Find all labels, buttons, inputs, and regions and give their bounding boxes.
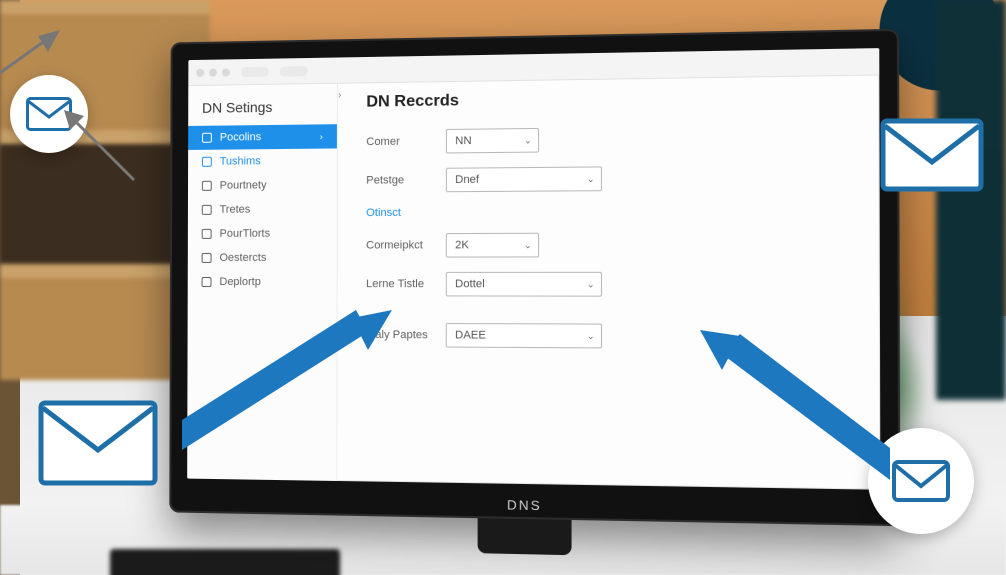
chevron-down-icon: ⌄	[587, 279, 595, 290]
select-value: Dnef	[455, 174, 479, 186]
page-title: DN Reccrds	[366, 86, 857, 111]
cormeipkct-select[interactable]: 2K ⌄	[446, 233, 539, 258]
form-row-lerne-tistle: Lerne Tistle Dottel ⌄	[366, 272, 858, 297]
breadcrumb-caret: ›	[338, 90, 341, 101]
chevron-down-icon: ⌄	[587, 173, 595, 184]
form-row-otinsct: Otinsct	[366, 204, 858, 219]
sidebar-item-label: Tretes	[220, 204, 251, 216]
sidebar-item-label: Pocolins	[220, 131, 261, 143]
window-tab-placeholder	[280, 66, 308, 77]
sidebar-item-5[interactable]: Oestercts	[188, 246, 337, 270]
window-control-dot[interactable]	[209, 68, 217, 76]
field-label: Cormeipkct	[366, 239, 446, 251]
list-icon	[202, 253, 212, 263]
sidebar-item-label: Pourtnety	[220, 179, 267, 191]
sidebar-item-3[interactable]: Tretes	[188, 197, 337, 222]
lerne-tistle-select[interactable]: Dottel ⌄	[446, 272, 602, 297]
arrow-icon	[700, 330, 890, 480]
wall-monitor-blur	[936, 0, 1006, 400]
comer-select[interactable]: NN ⌄	[446, 128, 539, 154]
form-row-comer: Comer NN ⌄	[366, 124, 857, 154]
form-row-cormeipkct: Cormeipkct 2K ⌄	[366, 232, 858, 258]
list-icon	[202, 133, 212, 143]
window-control-dot[interactable]	[222, 68, 230, 76]
window-tab-placeholder	[241, 66, 269, 76]
sidebar-item-1[interactable]: Tushims	[188, 148, 337, 173]
list-icon	[202, 277, 212, 287]
sidebar-title: DN Setings	[188, 94, 337, 126]
mail-icon	[38, 400, 158, 486]
petstge-select[interactable]: Dnef ⌄	[446, 166, 602, 192]
chevron-right-icon: ›	[320, 131, 323, 141]
sidebar-item-2[interactable]: Pourtnety	[188, 173, 337, 198]
list-icon	[202, 181, 212, 191]
monitor-brand-label: DNS	[507, 497, 542, 513]
window-control-dot[interactable]	[196, 68, 204, 76]
list-icon	[202, 157, 212, 167]
select-value: Dottel	[455, 278, 485, 290]
keyboard-blur	[110, 549, 340, 575]
chevron-down-icon: ⌄	[524, 135, 532, 146]
select-value: 2K	[455, 239, 469, 251]
select-value: NN	[455, 135, 471, 147]
arrow-icon	[0, 30, 60, 80]
field-link[interactable]: Otinsct	[366, 207, 446, 220]
sidebar-item-label: PourTlorts	[220, 228, 271, 240]
monitor-stand	[478, 518, 572, 555]
form-row-petstge: Petstge Dnef ⌄	[366, 164, 857, 193]
list-icon	[202, 205, 212, 215]
sidebar-item-label: Oestercts	[219, 252, 266, 264]
arrow-icon	[182, 310, 392, 450]
sidebar-item-4[interactable]: PourTlorts	[188, 221, 337, 246]
field-label: Comer	[366, 135, 446, 148]
field-label: Petstge	[366, 174, 446, 187]
select-value: DAEE	[455, 329, 486, 341]
chevron-down-icon: ⌄	[524, 239, 532, 250]
sidebar-item-label: Tushims	[220, 155, 261, 167]
arrow-icon	[64, 110, 144, 190]
sidebar-item-6[interactable]: Deplortp	[188, 270, 337, 294]
sidebar-item-0[interactable]: Pocolins ›	[188, 124, 337, 150]
tlaly-paptes-select[interactable]: DAEE ⌄	[446, 323, 602, 348]
chevron-down-icon: ⌄	[587, 330, 595, 341]
field-label: Lerne Tistle	[366, 278, 446, 290]
list-icon	[202, 229, 212, 239]
mail-icon	[880, 118, 984, 192]
sidebar-item-label: Deplortp	[219, 276, 260, 288]
